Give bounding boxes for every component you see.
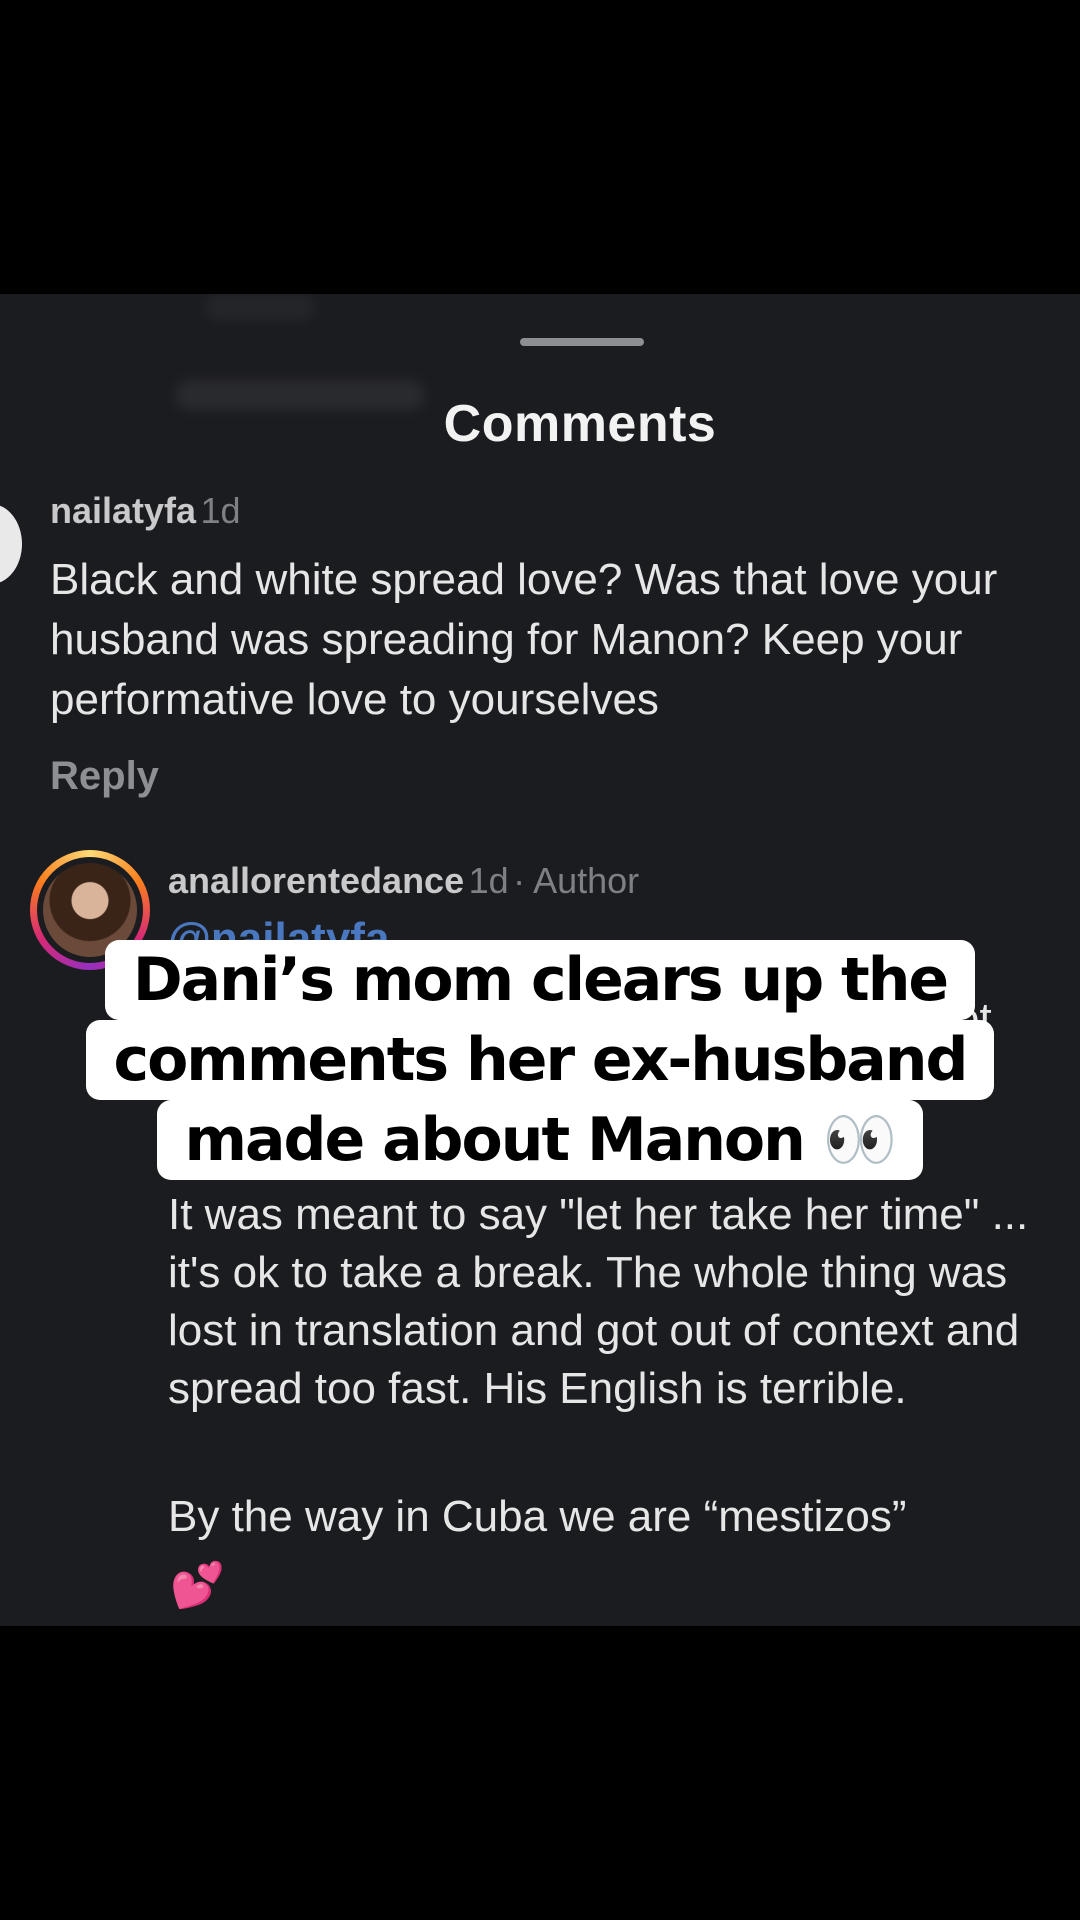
sheet-grabber-handle[interactable] bbox=[520, 338, 644, 346]
meta-separator: · bbox=[513, 860, 534, 901]
caption-line: Dani’s mom clears up the bbox=[104, 940, 976, 1020]
reply-header: anallorentedance 1d · Author bbox=[168, 860, 639, 902]
reply-time: 1d bbox=[468, 860, 509, 901]
comment-time: 1d bbox=[200, 490, 241, 531]
caption-line: made about Manon 👀 bbox=[156, 1100, 924, 1180]
comment-text: Black and white spread love? Was that lo… bbox=[50, 555, 998, 724]
reply-button[interactable]: Reply bbox=[50, 754, 159, 799]
blurred-header-fragment bbox=[205, 294, 315, 320]
reply-text: It was meant to say "let her take her ti… bbox=[168, 1190, 1029, 1413]
comment-username[interactable]: nailatyfa bbox=[50, 490, 196, 531]
sheet-title: Comments bbox=[443, 395, 717, 453]
reply-text-extra: By the way in Cuba we are “mestizos” bbox=[168, 1492, 907, 1541]
avatar[interactable] bbox=[0, 504, 22, 584]
caption-line: comments her ex-husband bbox=[85, 1020, 995, 1100]
reply-username[interactable]: anallorentedance bbox=[168, 860, 464, 901]
caption-overlay: Dani’s mom clears up the comments her ex… bbox=[0, 940, 1080, 1180]
two-hearts-emoji: 💕 bbox=[170, 1561, 225, 1610]
comment-header: nailatyfa 1d bbox=[50, 490, 241, 532]
author-badge: Author bbox=[533, 860, 640, 901]
